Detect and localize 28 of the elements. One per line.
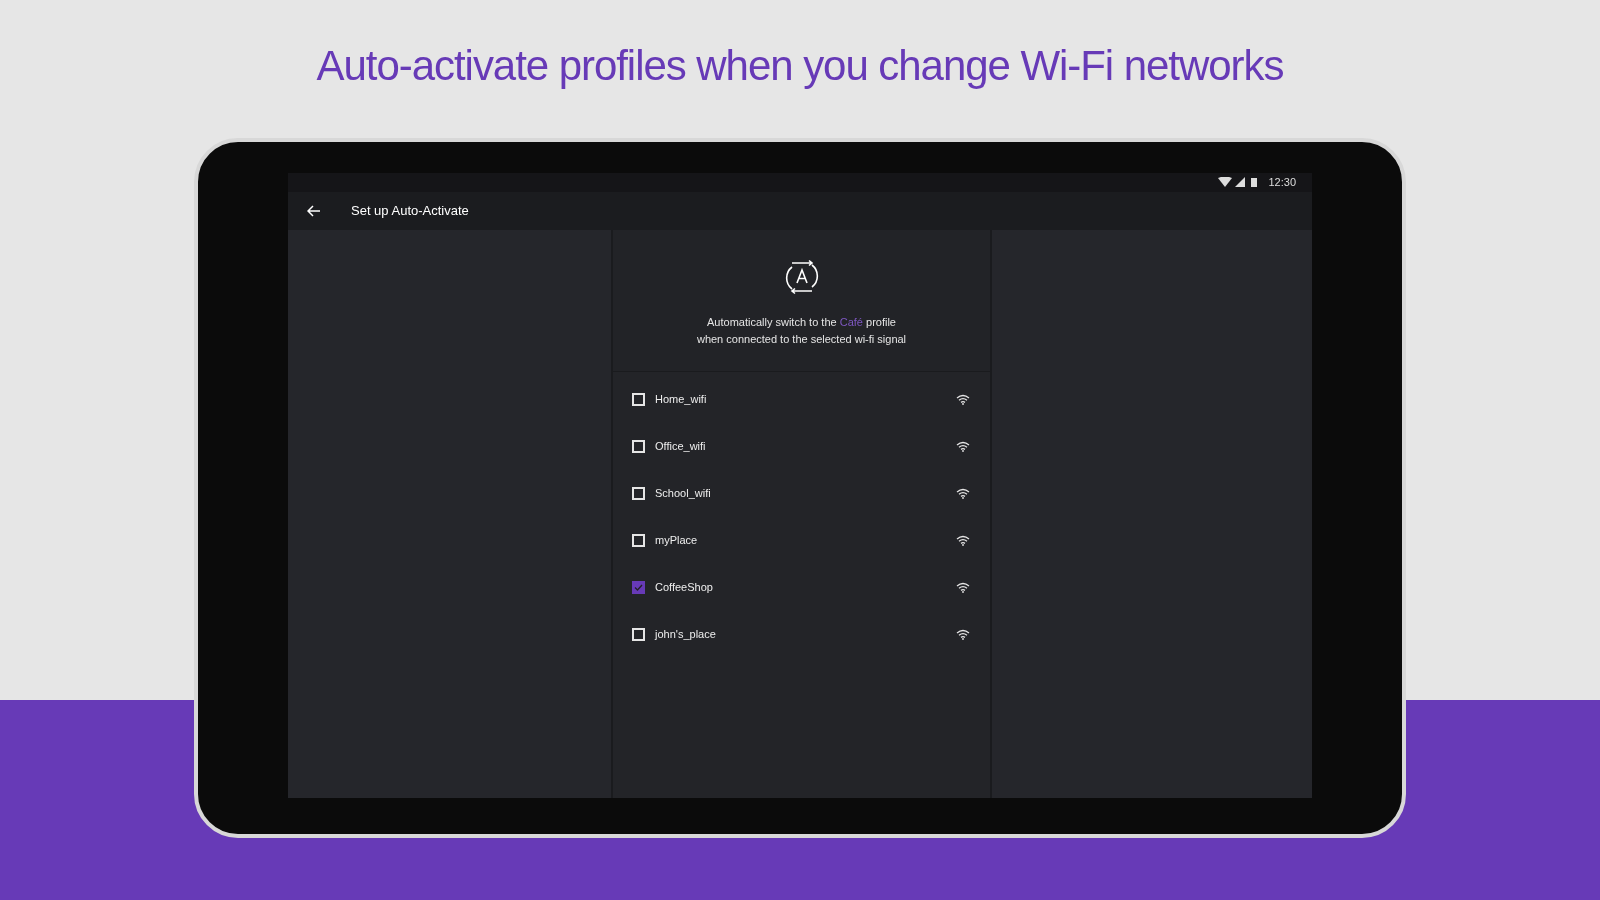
wifi-signal-icon xyxy=(956,441,970,452)
checkbox[interactable] xyxy=(632,393,645,406)
checkbox[interactable] xyxy=(632,628,645,641)
app-bar-title: Set up Auto-Activate xyxy=(351,202,469,221)
network-name: School_wifi xyxy=(655,486,712,502)
network-row[interactable]: john's_place xyxy=(613,611,990,658)
checkbox[interactable] xyxy=(632,534,645,547)
network-row[interactable]: School_wifi xyxy=(613,470,990,517)
checkbox[interactable] xyxy=(632,487,645,500)
description-text: Automatically switch to the Café profile when connected to the selected wi-fi signal xyxy=(696,315,907,347)
wifi-signal-icon xyxy=(956,582,970,593)
network-name: Home_wifi xyxy=(655,392,708,408)
network-row[interactable]: Office_wifi xyxy=(613,423,990,470)
network-name: myPlace xyxy=(655,533,699,549)
checkbox[interactable] xyxy=(632,581,645,594)
network-row[interactable]: CoffeeShop xyxy=(613,564,990,611)
network-row[interactable]: Home_wifi xyxy=(613,376,990,423)
headline: Auto-activate profiles when you change Wi-Fi networks xyxy=(316,40,1284,91)
network-name: Office_wifi xyxy=(655,439,707,455)
wifi-signal-icon xyxy=(956,394,970,405)
wifi-signal-icon xyxy=(956,488,970,499)
wifi-signal-icon xyxy=(956,535,970,546)
network-row[interactable]: myPlace xyxy=(613,517,990,564)
network-name: CoffeeShop xyxy=(655,580,714,596)
status-time: 12:30 xyxy=(1268,175,1296,191)
wifi-signal-icon xyxy=(956,629,970,640)
network-name: john's_place xyxy=(655,627,717,643)
checkbox[interactable] xyxy=(632,440,645,453)
